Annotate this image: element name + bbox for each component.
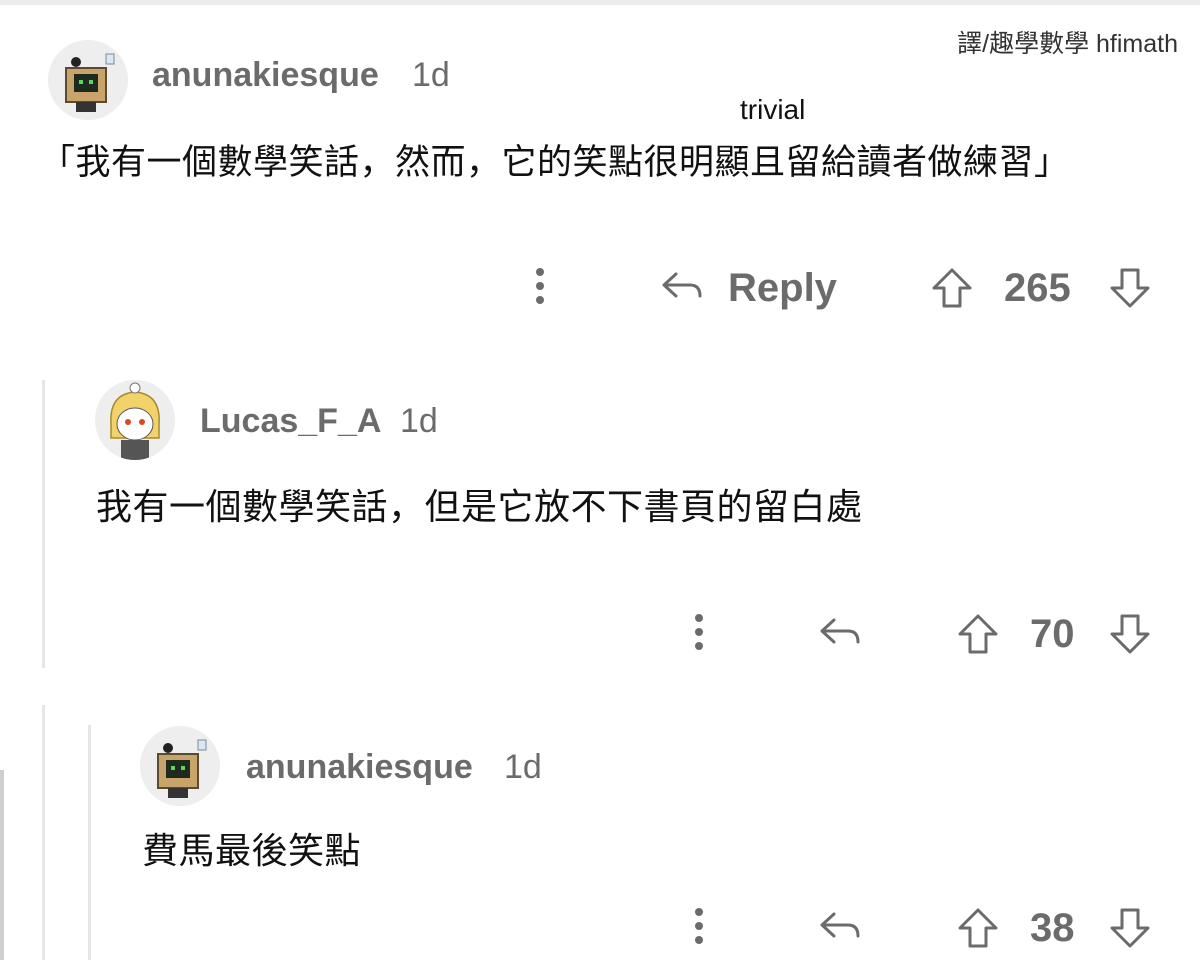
timestamp: 1d <box>412 56 450 94</box>
dot <box>695 936 703 944</box>
downvote-icon[interactable] <box>1108 266 1152 310</box>
top-divider <box>0 0 1200 5</box>
avatar[interactable] <box>140 726 220 806</box>
vote-score: 265 <box>1004 266 1071 310</box>
username[interactable]: anunakiesque <box>152 56 379 95</box>
more-options-button[interactable] <box>535 268 545 310</box>
avatar[interactable] <box>95 380 175 460</box>
vote-score: 70 <box>1030 612 1075 656</box>
comment-text: 「我有一個數學笑話，然而，它的笑點很明顯且留給讀者做練習」 <box>40 143 1070 182</box>
upvote-icon[interactable] <box>956 612 1000 656</box>
dot <box>695 908 703 916</box>
translation-credit: 譯/趣學數學 hfimath <box>957 30 1178 58</box>
thread-line[interactable] <box>42 705 45 960</box>
downvote-icon[interactable] <box>1108 906 1152 950</box>
thread-line[interactable] <box>42 380 45 668</box>
downvote-icon[interactable] <box>1108 612 1152 656</box>
robot-box-avatar-icon <box>140 726 220 806</box>
more-options-button[interactable] <box>694 614 704 656</box>
vote-score: 38 <box>1030 906 1075 950</box>
comment-text: 費馬最後笑點 <box>142 830 362 871</box>
upvote-icon[interactable] <box>930 266 974 310</box>
blonde-character-avatar-icon <box>95 380 175 460</box>
timestamp: 1d <box>504 748 542 786</box>
thread-line[interactable] <box>88 725 91 960</box>
reply-icon[interactable] <box>818 910 862 942</box>
more-options-button[interactable] <box>694 908 704 950</box>
upvote-icon[interactable] <box>956 906 1000 950</box>
reply-icon[interactable] <box>660 270 704 302</box>
dot <box>695 922 703 930</box>
annotation-label: trivial <box>740 94 806 125</box>
dot <box>536 268 544 276</box>
username[interactable]: Lucas_F_A <box>200 402 381 441</box>
comment-text: 我有一個數學笑話，但是它放不下書頁的留白處 <box>96 486 863 527</box>
dot <box>695 614 703 622</box>
timestamp: 1d <box>400 402 438 440</box>
dot <box>536 296 544 304</box>
reply-icon[interactable] <box>818 616 862 648</box>
username[interactable]: anunakiesque <box>246 748 473 787</box>
dot <box>695 642 703 650</box>
thread-line <box>0 770 4 960</box>
dot <box>536 282 544 290</box>
robot-box-avatar-icon <box>48 40 128 120</box>
avatar[interactable] <box>48 40 128 120</box>
dot <box>695 628 703 636</box>
reply-button[interactable]: Reply <box>728 266 837 311</box>
